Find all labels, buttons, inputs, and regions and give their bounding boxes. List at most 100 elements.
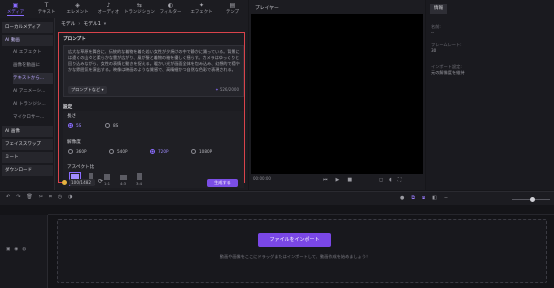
- screenshot-icon[interactable]: ◻: [379, 177, 383, 183]
- generate-bar: 100/1482 ⟳ 生成する: [55, 176, 248, 190]
- playhead-time: 00:00:00: [253, 176, 271, 181]
- prop-name-label: 名前:: [431, 24, 441, 29]
- redo-icon[interactable]: ↷: [16, 194, 20, 200]
- generate-button[interactable]: 生成する: [207, 179, 238, 187]
- transition-icon: ⇆: [136, 2, 143, 9]
- marker-icon[interactable]: ◧: [432, 195, 437, 201]
- undo-icon[interactable]: ↶: [6, 194, 10, 200]
- track-lock-icon[interactable]: ▣: [6, 247, 10, 252]
- aspect-ratio-label: アスペクト比: [67, 165, 95, 170]
- effect-icon: ✦: [198, 2, 205, 9]
- playback-controls: ⏮ ▶ ■: [323, 177, 352, 183]
- prop-framerate-label: フレームレート:: [431, 42, 462, 47]
- audio-icon: ♪: [106, 2, 111, 9]
- radio-icon: [68, 149, 73, 154]
- resolution-option-720p[interactable]: 720P: [150, 149, 169, 154]
- resolution-1080p-label: 1080P: [199, 149, 213, 154]
- coin-icon: [62, 180, 67, 185]
- video-preview[interactable]: [251, 14, 423, 174]
- resolution-option-1080p[interactable]: 1080P: [191, 149, 212, 154]
- stop-icon[interactable]: ■: [347, 177, 352, 183]
- snap-icon[interactable]: ⧉: [411, 195, 415, 201]
- sidebar-item-ai-animation[interactable]: AI アニメーシ...: [13, 86, 53, 97]
- tool-audio[interactable]: ♪ オーディオ: [93, 0, 124, 18]
- prop-name: 名前: --: [431, 24, 441, 36]
- top-toolbar: ▣ メディア T テキスト ◈ エレメント ♪ オーディオ ⇆ トランジション ◐ フィルタ…: [0, 0, 248, 18]
- sidebar-item-ai-effect[interactable]: AI エフェクト: [13, 47, 53, 58]
- text-icon: T: [44, 2, 49, 9]
- sidebar-item-micro[interactable]: マイクロサー...: [13, 112, 53, 123]
- track-visibility-icon[interactable]: ◉: [14, 247, 18, 252]
- crop-icon[interactable]: ⌗: [49, 194, 52, 200]
- import-files-button[interactable]: ファイルをインポート: [258, 233, 331, 247]
- sidebar-item-image-to-video[interactable]: 画像を動画に: [13, 60, 53, 71]
- tool-filter[interactable]: ◐ フィルター: [155, 0, 186, 18]
- fullscreen-icon[interactable]: ⛶: [398, 177, 402, 183]
- track-mute-icon[interactable]: ◍: [22, 247, 26, 252]
- media-sidebar: ローカルメディア AI 動画 AI エフェクト 画像を動画に テキストから...…: [0, 18, 55, 190]
- tool-text[interactable]: T テキスト: [31, 0, 62, 18]
- time-ruler[interactable]: [48, 205, 554, 215]
- media-drop-zone[interactable]: [57, 219, 547, 283]
- prompt-input[interactable]: 広大な草原を舞台に、伝統的な着物を着た若い女性が夕焼けの中で静かに踊っている。背…: [63, 45, 244, 97]
- tool-effect[interactable]: ✦ エフェクト: [186, 0, 217, 18]
- breadcrumb: モデル › モデル1 ▾: [61, 20, 106, 29]
- volume-icon[interactable]: ◖: [389, 177, 392, 183]
- prompt-dropdown[interactable]: プロンプトなど ▾: [68, 86, 107, 94]
- player-options: ◻ ◖ ⛶: [379, 177, 401, 183]
- sidebar-item-local-media[interactable]: ローカルメディア: [2, 22, 53, 33]
- delete-icon[interactable]: 🗑: [26, 194, 32, 200]
- prompt-label: プロンプト: [63, 37, 86, 42]
- text-to-video-panel: モデル › モデル1 ▾ プロンプト 広大な草原を舞台に、伝統的な着物を着た若い…: [55, 18, 248, 190]
- color-icon[interactable]: ◑: [68, 194, 72, 200]
- split-icon[interactable]: ✂: [39, 194, 43, 200]
- resolution-option-540p[interactable]: 540P: [109, 149, 128, 154]
- resolution-360p-label: 360P: [76, 149, 87, 154]
- mic-icon[interactable]: ●: [400, 195, 404, 201]
- sidebar-item-meet[interactable]: ミート: [2, 152, 53, 163]
- length-option-8s[interactable]: 8S: [105, 123, 118, 128]
- speed-icon[interactable]: ◷: [58, 194, 62, 200]
- tool-media[interactable]: ▣ メディア: [0, 0, 31, 18]
- prop-name-value: --: [431, 30, 435, 35]
- properties-panel: 情報 名前: -- フレームレート: 30 インポート設定: 元の解像度を維持: [426, 0, 554, 190]
- tool-transition[interactable]: ⇆ トランジション: [124, 0, 155, 18]
- breadcrumb-model[interactable]: モデル: [61, 20, 75, 29]
- breadcrumb-model-1[interactable]: モデル1: [83, 20, 100, 29]
- char-count: ✦ 526/2000: [215, 87, 239, 92]
- sidebar-item-download[interactable]: ダウンロード: [2, 165, 53, 176]
- prompt-text[interactable]: 広大な草原を舞台に、伝統的な着物を着た若い女性が夕焼けの中で静かに踊っている。背…: [68, 49, 240, 85]
- radio-icon: [105, 123, 110, 128]
- prop-import-label: インポート設定:: [431, 64, 462, 69]
- credit-balance: 100/1482: [69, 179, 95, 186]
- sidebar-item-face-swap[interactable]: フェイススワップ: [2, 139, 53, 150]
- length-label: 長さ: [67, 114, 77, 119]
- magnet-icon[interactable]: ⧈: [422, 195, 425, 201]
- sidebar-item-ai-video[interactable]: AI 動画: [2, 35, 53, 46]
- resolution-option-360p[interactable]: 360P: [68, 149, 87, 154]
- tool-template[interactable]: ▤ テンプ: [217, 0, 248, 18]
- sidebar-item-ai-image[interactable]: AI 画像: [2, 126, 53, 137]
- tool-element[interactable]: ◈ エレメント: [62, 0, 93, 18]
- prompt-dropdown-label: プロンプトなど: [71, 87, 101, 92]
- resolution-540p-label: 540P: [117, 149, 128, 154]
- resolution-label: 解像度: [67, 140, 81, 145]
- chevron-down-icon[interactable]: ▾: [104, 20, 106, 29]
- chevron-right-icon: ›: [78, 22, 81, 27]
- element-icon: ◈: [75, 2, 80, 9]
- import-hint: 動画や画像をここにドラッグまたはインポートして、動画作成を始めましょう！: [219, 254, 371, 259]
- prop-import-setting: インポート設定: 元の解像度を維持: [431, 64, 465, 76]
- prop-import-value: 元の解像度を維持: [431, 70, 465, 75]
- length-option-5s[interactable]: 5S: [68, 123, 81, 128]
- prev-frame-icon[interactable]: ⏮: [323, 177, 328, 183]
- sidebar-item-text-to-video[interactable]: テキストから...: [13, 73, 53, 84]
- edit-tools: ↶ ↷ 🗑 ✂ ⌗ ◷ ◑: [6, 194, 73, 200]
- tab-info[interactable]: 情報: [430, 4, 447, 14]
- refresh-icon[interactable]: ⟳: [98, 178, 103, 185]
- zoom-slider-handle[interactable]: [530, 197, 535, 202]
- zoom-out-icon[interactable]: −: [444, 195, 448, 201]
- play-icon[interactable]: ▶: [336, 177, 340, 183]
- radio-icon: [191, 149, 196, 154]
- settings-label: 設定: [63, 105, 73, 110]
- sidebar-item-ai-transition[interactable]: AI トランジシ...: [13, 99, 53, 110]
